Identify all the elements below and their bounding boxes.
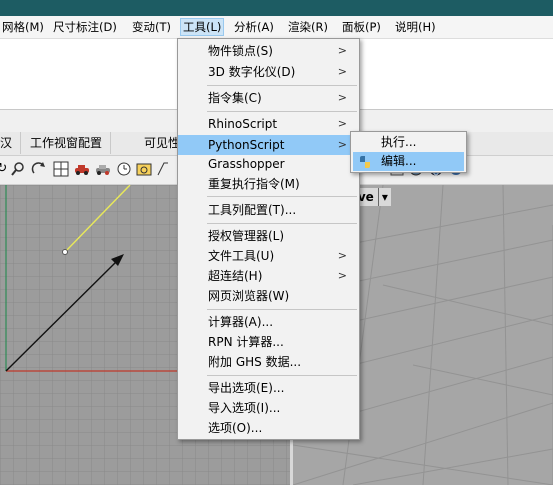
menu-separator [207, 375, 357, 376]
menu-item-toolbar-layout[interactable]: 工具列配置(T)... [178, 200, 359, 220]
submenu-arrow-icon: > [337, 65, 347, 78]
submenu-item-run[interactable]: 执行... [353, 133, 464, 152]
menu-item-label: 计算器(A)... [208, 315, 274, 329]
submenu-arrow-icon: > [337, 117, 347, 130]
menu-item-label: 重复执行指令(M) [208, 177, 300, 191]
menu-item-export-options[interactable]: 导出选项(E)... [178, 378, 359, 398]
menu-item-license-manager[interactable]: 授权管理器(L) [178, 226, 359, 246]
menu-item-label: 选项(O)... [208, 421, 263, 435]
menu-item-calculator[interactable]: 计算器(A)... [178, 312, 359, 332]
chevron-down-icon[interactable]: ▾ [377, 188, 388, 206]
submenu-arrow-icon: > [337, 138, 347, 151]
menu-item-web-browser[interactable]: 网页浏览器(W) [178, 286, 359, 306]
menu-item-label: 指令集(C) [208, 91, 262, 105]
menu-item-label: RPN 计算器... [208, 335, 284, 349]
submenu-arrow-icon: > [337, 249, 347, 262]
menu-transform[interactable]: 变动(T) [130, 19, 173, 35]
zoom-icon[interactable] [10, 161, 26, 177]
menu-item-label: 网页浏览器(W) [208, 289, 290, 303]
submenu-item-edit[interactable]: 编辑... [353, 152, 464, 171]
menu-separator [207, 85, 357, 86]
tab-standard[interactable]: 汉 [0, 132, 22, 154]
menu-bar: 网格(M) 尺寸标注(D) 变动(T) 工具(L) 分析(A) 渲染(R) 面板… [0, 16, 553, 39]
partial-icon[interactable] [156, 161, 172, 177]
menu-item-rpn-calculator[interactable]: RPN 计算器... [178, 332, 359, 352]
title-bar [0, 0, 553, 16]
rotate-view-icon[interactable] [31, 161, 47, 177]
menu-mesh[interactable]: 网格(M) [0, 19, 46, 35]
menu-item-label: 授权管理器(L) [208, 229, 285, 243]
menu-item-label: 导入选项(I)... [208, 401, 281, 415]
snapshot-icon[interactable] [136, 161, 152, 177]
curve-endpoint [62, 249, 68, 255]
python-icon [359, 155, 371, 168]
menu-item-repeat-command[interactable]: 重复执行指令(M) [178, 174, 359, 194]
menu-separator [207, 111, 357, 112]
menu-item-label: PythonScript [208, 138, 285, 152]
menu-separator [207, 309, 357, 310]
submenu-arrow-icon: > [337, 91, 347, 104]
menu-render[interactable]: 渲染(R) [286, 19, 330, 35]
menu-panels[interactable]: 面板(P) [340, 19, 383, 35]
menu-item-import-options[interactable]: 导入选项(I)... [178, 398, 359, 418]
menu-item-pythonscript[interactable]: PythonScript > [178, 135, 359, 155]
rotate-icon[interactable]: ↻ [0, 161, 10, 177]
menu-separator [207, 223, 357, 224]
menu-help[interactable]: 说明(H) [393, 19, 438, 35]
menu-item-ghs-data[interactable]: 附加 GHS 数据... [178, 352, 359, 372]
submenu-item-label: 执行... [381, 135, 417, 149]
menu-analyze[interactable]: 分析(A) [232, 19, 276, 35]
menu-item-label: 附加 GHS 数据... [208, 355, 302, 369]
menu-item-label: 3D 数字化仪(D) [208, 65, 296, 79]
submenu-arrow-icon: > [337, 44, 347, 57]
menu-tools[interactable]: 工具(L) [180, 18, 225, 36]
car-icon[interactable] [74, 161, 90, 177]
menu-item-commands[interactable]: 指令集(C) > [178, 88, 359, 108]
menu-item-file-utilities[interactable]: 文件工具(U) > [178, 246, 359, 266]
menu-item-grasshopper[interactable]: Grasshopper [178, 154, 359, 174]
tab-viewport-layout[interactable]: 工作视窗配置 [22, 132, 112, 154]
menu-item-label: 物件锁点(S) [208, 44, 273, 58]
menu-item-osnap[interactable]: 物件锁点(S) > [178, 41, 359, 61]
submenu-arrow-icon: > [337, 269, 347, 282]
menu-item-label: 文件工具(U) [208, 249, 275, 263]
menu-dimension[interactable]: 尺寸标注(D) [51, 19, 119, 35]
tools-menu: 物件锁点(S) > 3D 数字化仪(D) > 指令集(C) > RhinoScr… [177, 38, 360, 440]
car-grey-icon[interactable] [95, 161, 111, 177]
menu-item-rhinoscript[interactable]: RhinoScript > [178, 114, 359, 134]
submenu-item-label: 编辑... [381, 154, 417, 168]
menu-item-hyperlink[interactable]: 超连结(H) > [178, 266, 359, 286]
four-view-icon[interactable] [53, 161, 69, 177]
menu-item-digitizer[interactable]: 3D 数字化仪(D) > [178, 62, 359, 82]
menu-item-label: Grasshopper [208, 157, 285, 171]
menu-item-label: RhinoScript [208, 117, 278, 131]
menu-separator [207, 196, 357, 197]
menu-item-label: 工具列配置(T)... [208, 203, 297, 217]
menu-item-label: 导出选项(E)... [208, 381, 285, 395]
clock-icon[interactable] [116, 161, 132, 177]
menu-item-label: 超连结(H) [208, 269, 263, 283]
menu-item-options[interactable]: 选项(O)... [178, 418, 359, 438]
pythonscript-submenu: 执行... 编辑... [350, 131, 467, 173]
